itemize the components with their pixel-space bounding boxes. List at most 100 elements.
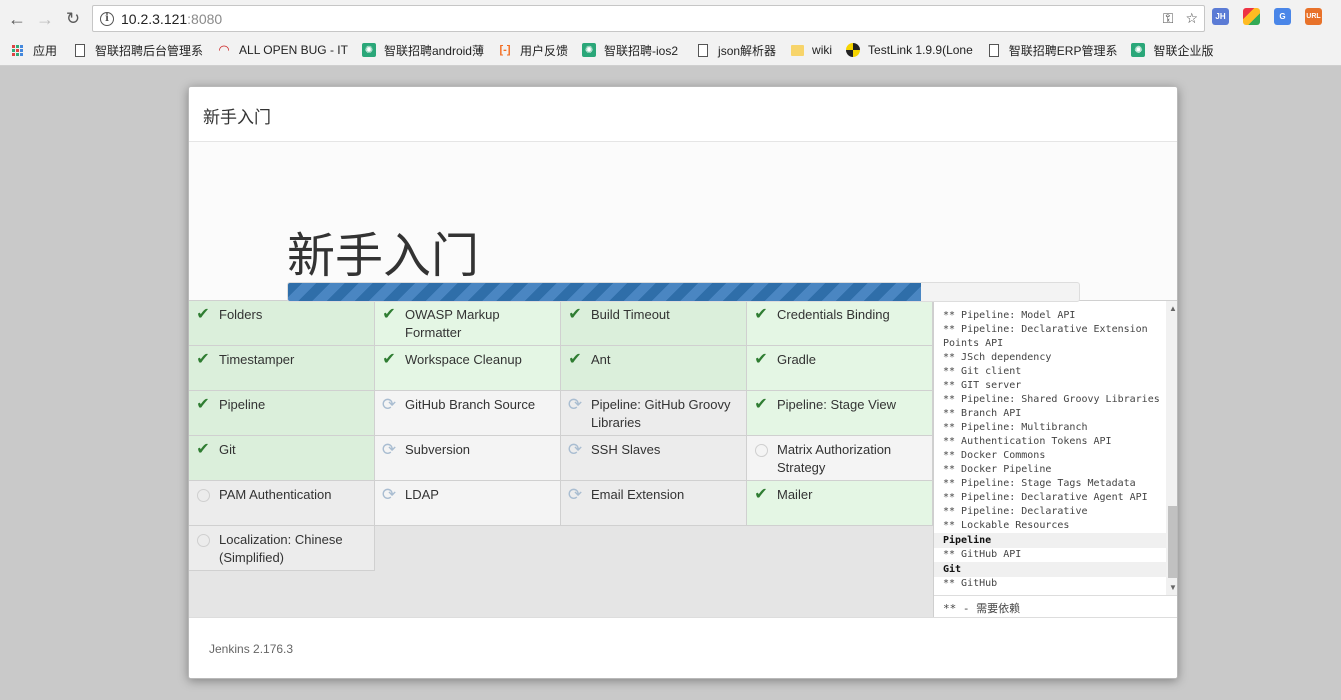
pending-circle-icon <box>753 442 769 458</box>
log-line: ** Lockable Resources <box>943 520 1070 531</box>
checkmark-icon: ✔ <box>382 351 396 368</box>
install-progress-bar <box>287 282 1080 302</box>
back-arrow-icon[interactable]: ← <box>6 8 28 30</box>
plugin-name: Pipeline: GitHub Groovy Libraries <box>591 397 731 430</box>
bookmark-item[interactable]: [-] 用户反馈 <box>498 42 569 59</box>
plugin-name: Subversion <box>405 442 471 457</box>
bookmark-item[interactable]: json解析器 <box>696 42 776 59</box>
bookmark-label: 智联企业版 <box>1153 43 1214 58</box>
log-line: ** GitHub API <box>943 549 1022 560</box>
log-line: ** Docker Commons <box>943 450 1046 461</box>
plugin-tile: ✔ Git <box>189 436 375 481</box>
checkmark-icon: ✔ <box>382 306 396 323</box>
log-line: Pipeline <box>934 533 1166 548</box>
plugin-name: Mailer <box>777 487 813 502</box>
plugin-tile: ✔ Timestamper <box>189 346 375 391</box>
bookmark-label: json解析器 <box>718 43 777 58</box>
testlink-icon <box>846 43 861 57</box>
plugin-name: Pipeline: Stage View <box>777 397 897 412</box>
sync-icon: ⟳ <box>567 395 583 414</box>
log-line: ** Branch API <box>943 408 1022 419</box>
bookmark-item[interactable]: ◠ ALL OPEN BUG - IT <box>217 42 348 57</box>
document-icon <box>73 43 87 57</box>
checkmark-icon: ✔ <box>196 441 210 458</box>
plugin-name: Matrix Authorization Strategy <box>777 442 892 475</box>
apps-grid-icon <box>12 44 23 56</box>
sync-icon: ⟳ <box>381 395 397 414</box>
log-line: ** GitHub <box>943 578 998 589</box>
install-log-panel: ** Pipeline: Model API ** Pipeline: Decla… <box>933 300 1177 617</box>
plugin-tile: ✔ Pipeline <box>189 391 375 436</box>
bookmark-item[interactable]: ✺ 智联招聘android薄 <box>361 42 484 59</box>
sync-icon: ⟳ <box>381 485 397 504</box>
scroll-down-icon[interactable]: ▼ <box>1169 583 1177 592</box>
orange-bracket-icon: [-] <box>499 44 511 56</box>
page-title: 新手入门 <box>287 230 480 283</box>
plugin-name: Localization: Chinese (Simplified) <box>219 532 343 565</box>
setup-wizard-dialog: 新手入门 新手入门 ✔ Folders ✔ OWASP Markup Formatte… <box>188 86 1178 679</box>
log-line: ** GIT server <box>943 380 1022 391</box>
info-icon[interactable]: i <box>100 11 114 26</box>
translate-extension-icon[interactable]: G <box>1274 8 1291 25</box>
log-line: ** Pipeline: Multibranch <box>943 422 1088 433</box>
scrollbar-thumb[interactable] <box>1168 506 1177 578</box>
log-line: ** Git client <box>943 366 1022 377</box>
bookmark-label: 智联招聘后台管理系 <box>95 43 204 58</box>
plugin-name: Gradle <box>777 352 817 367</box>
checkmark-icon: ✔ <box>196 396 210 413</box>
plugin-tile: Localization: Chinese (Simplified) <box>189 526 375 571</box>
reload-icon[interactable]: ↻ <box>62 8 84 30</box>
plugin-name: LDAP <box>405 487 439 502</box>
checkmark-icon: ✔ <box>754 396 768 413</box>
scroll-up-icon[interactable]: ▲ <box>1169 304 1177 313</box>
bookmark-item[interactable]: TestLink 1.9.9(Lone <box>846 43 973 57</box>
document-icon <box>987 43 1001 57</box>
pending-circle-icon <box>195 532 211 548</box>
bookmark-label: TestLink 1.9.9(Lone <box>868 43 973 57</box>
address-bar[interactable]: i 10.2.3.121:8080 ⚿ ☆ <box>92 5 1205 32</box>
hero-section: 新手入门 <box>189 142 1177 302</box>
plugin-tile: ✔ Workspace Cleanup <box>375 346 561 391</box>
bookmark-label: 智联招聘android薄 <box>383 43 484 58</box>
plugin-name: Git <box>219 442 236 457</box>
checkmark-icon: ✔ <box>568 306 582 323</box>
install-log[interactable]: ** Pipeline: Model API ** Pipeline: Decla… <box>934 301 1166 595</box>
bookmark-item[interactable]: wiki <box>790 43 832 57</box>
dialog-header: 新手入门 <box>189 87 1177 142</box>
plugin-name: Build Timeout <box>591 307 670 322</box>
plugin-tile: ✔ Ant <box>561 346 747 391</box>
progress-fill <box>288 283 921 301</box>
plugin-tile: ⟳ GitHub Branch Source <box>375 391 561 436</box>
color-extension-icon[interactable] <box>1243 8 1260 25</box>
plugin-tile: ✔ Build Timeout <box>561 301 747 346</box>
bookmark-apps[interactable]: 应用 <box>12 42 57 59</box>
url-extension-icon[interactable]: URL <box>1305 8 1322 25</box>
plugin-tile: ⟳ SSH Slaves <box>561 436 747 481</box>
green-app-icon: ✺ <box>1131 43 1146 57</box>
log-line: ** Pipeline: Declarative Agent API <box>943 492 1148 503</box>
pending-circle-icon <box>195 487 211 503</box>
jenkins-version: Jenkins 2.176.3 <box>209 642 294 656</box>
plugin-name: PAM Authentication <box>219 487 332 502</box>
plugin-tile: ⟳ Email Extension <box>561 481 747 526</box>
folder-icon <box>790 43 804 57</box>
log-scrollbar[interactable]: ▲ ▼ <box>1166 301 1177 595</box>
plugin-name: Credentials Binding <box>777 307 890 322</box>
star-icon[interactable]: ☆ <box>1185 10 1198 27</box>
forward-arrow-icon[interactable]: → <box>34 8 56 30</box>
bookmark-item[interactable]: ✺ 智联企业版 <box>1131 42 1214 59</box>
bookmark-item[interactable]: 智联招聘后台管理系 <box>73 42 203 59</box>
log-line: Points API <box>943 338 1004 349</box>
checkmark-icon: ✔ <box>754 306 768 323</box>
log-line: ** JSch dependency <box>943 352 1052 363</box>
bookmark-label: ALL OPEN BUG - IT <box>239 43 348 57</box>
plugin-name: Timestamper <box>219 352 295 367</box>
sync-icon: ⟳ <box>381 440 397 459</box>
jira-icon: ◠ <box>218 42 230 57</box>
bookmark-item[interactable]: ✺ 智联招聘-ios2 <box>582 42 678 59</box>
bookmark-item[interactable]: 智联招聘ERP管理系 <box>987 42 1117 59</box>
key-icon[interactable]: ⚿ <box>1163 10 1174 27</box>
jh-extension-icon[interactable]: JH <box>1212 8 1229 25</box>
bookmark-label: 用户反馈 <box>520 43 569 58</box>
plugin-tile: ✔ OWASP Markup Formatter <box>375 301 561 346</box>
